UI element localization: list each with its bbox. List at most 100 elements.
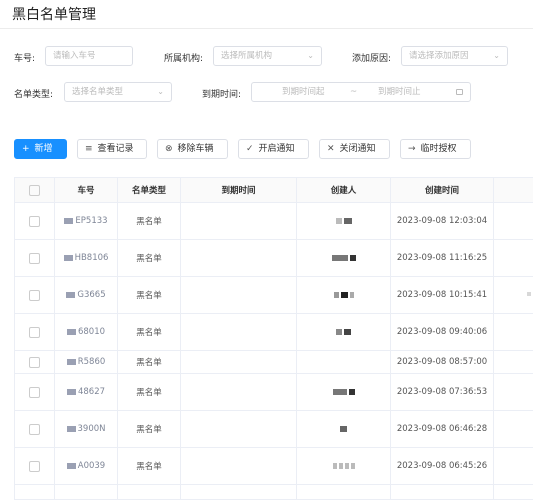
col-header-creator[interactable]: 创建人 bbox=[296, 177, 391, 203]
col-header-extra bbox=[493, 177, 533, 203]
extra-cell bbox=[493, 239, 533, 277]
list-type-cell: 黑名单 bbox=[117, 447, 181, 485]
add-button[interactable]: + 新增 bbox=[14, 139, 67, 159]
row-checkbox[interactable] bbox=[14, 350, 55, 374]
row-checkbox[interactable] bbox=[14, 313, 55, 351]
col-header-expire[interactable]: 到期时间 bbox=[180, 177, 297, 203]
table-row[interactable] bbox=[14, 484, 533, 500]
remove-vehicle-label: 移除车辆 bbox=[177, 144, 214, 154]
extra-cell bbox=[493, 373, 533, 411]
title-divider bbox=[0, 28, 533, 29]
remove-vehicle-button[interactable]: ⊗ 移除车辆 bbox=[157, 139, 228, 159]
temp-auth-label: 临时授权 bbox=[420, 144, 457, 154]
expire-end-input[interactable]: 到期时间止 bbox=[378, 83, 421, 101]
expire-cell bbox=[180, 202, 297, 240]
vehicle-list-table: 车号 名单类型 到期时间 创建人 创建时间 EP5133 黑名单 2023-09… bbox=[14, 177, 533, 500]
select-all-checkbox[interactable] bbox=[14, 177, 55, 203]
disable-notify-label: 关闭通知 bbox=[339, 144, 376, 154]
table-row[interactable]: 68010 黑名单 2023-09-08 09:40:06 bbox=[14, 313, 533, 351]
chevron-down-icon: ⌄ bbox=[493, 51, 500, 60]
table-row[interactable]: EP5133 黑名单 2023-09-08 12:03:04 bbox=[14, 202, 533, 240]
expire-cell bbox=[180, 373, 297, 411]
plate-input[interactable]: 请输入车号 bbox=[45, 46, 133, 66]
created-time-cell: 2023-09-08 09:40:06 bbox=[390, 313, 494, 351]
table-row[interactable]: G3665 黑名单 2023-09-08 10:15:41 bbox=[14, 276, 533, 314]
list-type-select-placeholder: 选择名单类型 bbox=[72, 87, 124, 97]
list-type-select[interactable]: 选择名单类型 ⌄ bbox=[64, 82, 172, 102]
created-time-cell: 2023-09-08 10:15:41 bbox=[390, 276, 494, 314]
list-type-cell: 黑名单 bbox=[117, 373, 181, 411]
created-time-cell: 2023-09-08 06:46:28 bbox=[390, 410, 494, 448]
table-row[interactable]: 3900N 黑名单 2023-09-08 06:46:28 bbox=[14, 410, 533, 448]
list-type-cell: 黑名单 bbox=[117, 410, 181, 448]
expire-start-input[interactable]: 到期时间起 bbox=[282, 83, 325, 101]
org-select-placeholder: 选择所属机构 bbox=[221, 51, 273, 61]
view-records-label: 查看记录 bbox=[97, 144, 134, 154]
plate-cell: 3900N bbox=[54, 410, 118, 448]
list-type-cell: 黑名单 bbox=[117, 350, 181, 374]
creator-cell bbox=[296, 373, 391, 411]
plate-cell: EP5133 bbox=[54, 202, 118, 240]
extra-cell bbox=[493, 202, 533, 240]
chevron-down-icon: ⌄ bbox=[307, 51, 314, 60]
org-label: 所属机构: bbox=[164, 54, 204, 64]
reason-label: 添加原因: bbox=[352, 54, 392, 64]
expire-cell bbox=[180, 239, 297, 277]
list-type-cell: 黑名单 bbox=[117, 202, 181, 240]
extra-cell bbox=[493, 313, 533, 351]
table-row[interactable]: A0039 黑名单 2023-09-08 06:45:26 bbox=[14, 447, 533, 485]
plate-cell: 48627 bbox=[54, 373, 118, 411]
creator-cell bbox=[296, 447, 391, 485]
plus-icon: + bbox=[22, 144, 30, 154]
table-row[interactable]: R5860 黑名单 2023-09-08 08:57:00 bbox=[14, 350, 533, 374]
row-checkbox[interactable] bbox=[14, 276, 55, 314]
expire-label: 到期时间: bbox=[202, 90, 242, 100]
chevron-down-icon: ⌄ bbox=[157, 87, 164, 96]
row-checkbox[interactable] bbox=[14, 410, 55, 448]
creator-cell bbox=[296, 239, 391, 277]
list-type-cell: 黑名单 bbox=[117, 239, 181, 277]
created-time-cell: 2023-09-08 06:45:26 bbox=[390, 447, 494, 485]
created-time-cell: 2023-09-08 07:36:53 bbox=[390, 373, 494, 411]
expire-cell bbox=[180, 313, 297, 351]
check-icon: ✓ bbox=[246, 144, 254, 154]
temp-auth-button[interactable]: → 临时授权 bbox=[400, 139, 471, 159]
plate-cell: 68010 bbox=[54, 313, 118, 351]
expire-range-picker[interactable]: 到期时间起 ~ 到期时间止 bbox=[251, 82, 471, 102]
row-checkbox[interactable] bbox=[14, 202, 55, 240]
table-row[interactable]: 48627 黑名单 2023-09-08 07:36:53 bbox=[14, 373, 533, 411]
row-checkbox[interactable] bbox=[14, 239, 55, 277]
created-time-cell: 2023-09-08 12:03:04 bbox=[390, 202, 494, 240]
plate-label: 车号: bbox=[14, 54, 36, 64]
reason-select[interactable]: 请选择添加原因 ⌄ bbox=[401, 46, 508, 66]
col-header-created-time[interactable]: 创建时间 bbox=[390, 177, 494, 203]
row-checkbox[interactable] bbox=[14, 373, 55, 411]
close-icon: ✕ bbox=[327, 144, 335, 154]
enable-notify-label: 开启通知 bbox=[258, 144, 295, 154]
range-separator: ~ bbox=[350, 87, 358, 97]
extra-cell bbox=[493, 447, 533, 485]
calendar-icon bbox=[456, 89, 463, 95]
creator-cell bbox=[296, 313, 391, 351]
plate-cell: A0039 bbox=[54, 447, 118, 485]
edge-artifact bbox=[527, 292, 531, 296]
extra-cell bbox=[493, 410, 533, 448]
creator-cell bbox=[296, 202, 391, 240]
view-records-button[interactable]: ≡ 查看记录 bbox=[77, 139, 147, 159]
table-row[interactable]: HB8106 黑名单 2023-09-08 11:16:25 bbox=[14, 239, 533, 277]
creator-cell bbox=[296, 350, 391, 374]
creator-cell bbox=[296, 276, 391, 314]
expire-cell bbox=[180, 447, 297, 485]
add-button-label: 新增 bbox=[34, 144, 53, 154]
row-checkbox[interactable] bbox=[14, 447, 55, 485]
list-type-cell: 黑名单 bbox=[117, 276, 181, 314]
col-header-plate[interactable]: 车号 bbox=[54, 177, 118, 203]
plate-cell: G3665 bbox=[54, 276, 118, 314]
list-icon: ≡ bbox=[85, 144, 93, 154]
disable-notify-button[interactable]: ✕ 关闭通知 bbox=[319, 139, 390, 159]
org-select[interactable]: 选择所属机构 ⌄ bbox=[213, 46, 322, 66]
page-title: 黑白名单管理 bbox=[12, 7, 96, 23]
col-header-list-type[interactable]: 名单类型 bbox=[117, 177, 181, 203]
extra-cell bbox=[493, 350, 533, 374]
enable-notify-button[interactable]: ✓ 开启通知 bbox=[238, 139, 309, 159]
